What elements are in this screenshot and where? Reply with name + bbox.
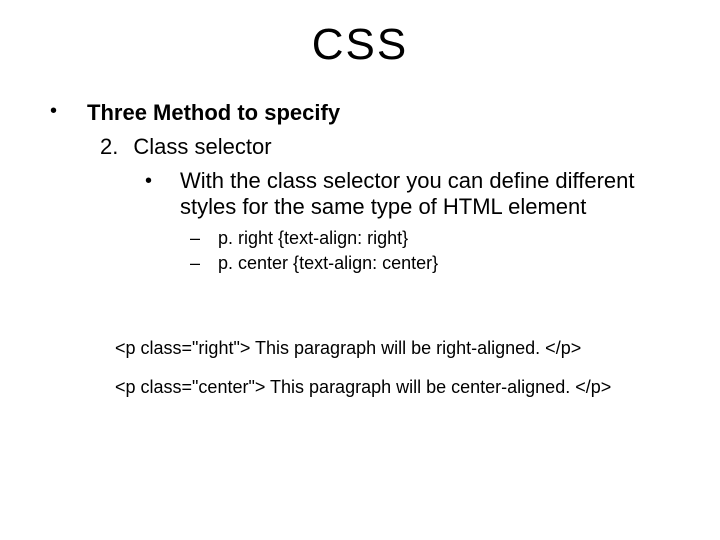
bullet-icon: • — [50, 100, 57, 126]
level3-text: With the class selector you can define d… — [180, 168, 690, 220]
dash-icon: – — [190, 253, 200, 274]
bullet-level3: • With the class selector you can define… — [145, 168, 690, 220]
bullet-icon: • — [145, 168, 152, 194]
code-example-1: <p class="right"> This paragraph will be… — [115, 338, 690, 359]
bullet-level4a: – p. right {text-align: right} — [190, 228, 690, 249]
bullet-level4b: – p. center {text-align: center} — [190, 253, 690, 274]
bullet-level1: • Three Method to specify — [50, 100, 690, 126]
dash-icon: – — [190, 228, 200, 249]
code-example-2: <p class="center"> This paragraph will b… — [115, 377, 690, 398]
slide-title: CSS — [30, 20, 690, 70]
level2-number: 2. — [100, 134, 118, 160]
level1-text: Three Method to specify — [87, 100, 340, 126]
level2-text: Class selector — [133, 134, 271, 160]
level4a-text: p. right {text-align: right} — [218, 228, 408, 249]
bullet-level2: 2. Class selector — [100, 134, 690, 160]
level4b-text: p. center {text-align: center} — [218, 253, 438, 274]
